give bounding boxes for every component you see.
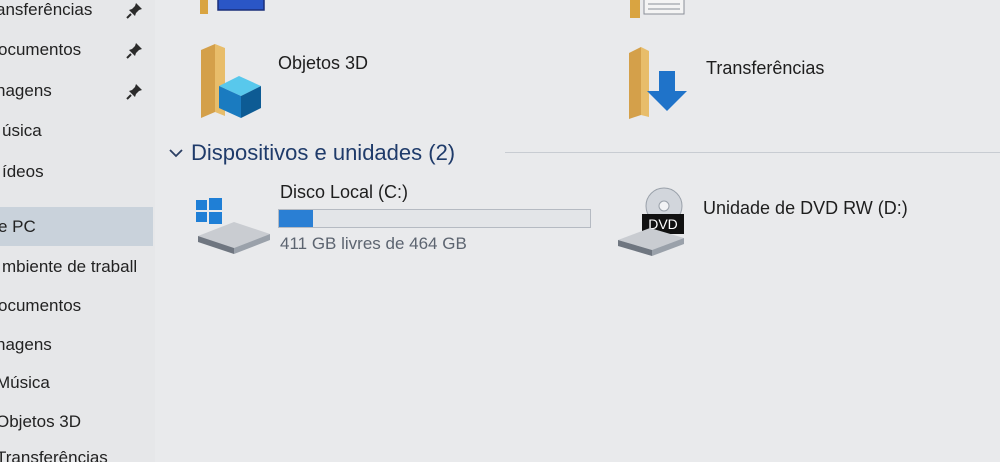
drive-name: Disco Local (C:) bbox=[280, 182, 409, 202]
nav-item-label: mbiente de traball bbox=[2, 257, 138, 276]
group-title: Dispositivos e unidades (2) bbox=[191, 140, 456, 165]
dvd-drive-icon: DVD bbox=[618, 187, 684, 256]
drive-usage-fill bbox=[279, 210, 314, 227]
nav-item-3d-objects[interactable]: Objetos 3D bbox=[0, 404, 153, 440]
windows-drive-icon bbox=[196, 198, 270, 254]
pin-icon[interactable] bbox=[126, 82, 144, 100]
nav-item-label: nagens bbox=[0, 81, 52, 100]
nav-item-desktop[interactable]: mbiente de traball bbox=[0, 249, 153, 285]
nav-item-label: Objetos 3D bbox=[0, 412, 82, 431]
nav-item-pictures-pc[interactable]: nagens bbox=[0, 327, 153, 363]
drive-free-space: 411 GB livres de 464 GB bbox=[280, 234, 467, 253]
documents-folder-icon bbox=[630, 0, 685, 18]
group-divider bbox=[505, 152, 1000, 153]
3d-objects-folder-icon bbox=[201, 44, 261, 118]
nav-item-downloads[interactable]: ansferências bbox=[0, 0, 153, 28]
folder-label: Objetos 3D bbox=[278, 53, 369, 73]
nav-item-label: ocumentos bbox=[0, 40, 82, 59]
devices-group-header[interactable]: Dispositivos e unidades (2) bbox=[167, 138, 455, 168]
chevron-down-icon[interactable] bbox=[167, 144, 185, 162]
pin-icon[interactable] bbox=[126, 1, 144, 19]
downloads-folder-icon bbox=[629, 47, 687, 119]
nav-item-label: Música bbox=[0, 373, 50, 392]
nav-item-music-pc[interactable]: Música bbox=[0, 365, 153, 401]
nav-item-label: ídeos bbox=[2, 162, 44, 181]
folder-downloads[interactable]: Transferências bbox=[625, 40, 885, 120]
drive-name: Unidade de DVD RW (D:) bbox=[703, 198, 908, 218]
nav-item-label: e PC bbox=[0, 216, 36, 236]
drive-dvd-tile[interactable]: DVD Unidade de DVD RW (D:) bbox=[610, 178, 970, 262]
nav-item-pictures[interactable]: nagens bbox=[0, 73, 153, 109]
navigation-pane: ansferências ocumentos nagens úsica ídeo… bbox=[0, 0, 155, 462]
folder-label: Transferências bbox=[706, 58, 825, 78]
nav-item-documents[interactable]: ocumentos bbox=[0, 32, 153, 68]
nav-item-music[interactable]: úsica bbox=[0, 113, 153, 149]
nav-item-label: nagens bbox=[0, 335, 52, 354]
content-pane: Objetos 3D Transferências Dispositivos e… bbox=[155, 0, 1000, 462]
nav-item-label: ocumentos bbox=[0, 296, 82, 315]
desktop-folder-icon bbox=[200, 0, 265, 14]
nav-item-label: Transferências bbox=[0, 448, 108, 462]
nav-item-this-pc[interactable]: e PC bbox=[0, 207, 153, 246]
folder-objects-3d[interactable]: Objetos 3D bbox=[195, 40, 455, 120]
nav-item-downloads-pc[interactable]: Transferências bbox=[0, 440, 153, 462]
nav-item-videos[interactable]: ídeos bbox=[0, 154, 153, 190]
nav-item-label: úsica bbox=[2, 121, 42, 140]
drive-usage-bar bbox=[278, 209, 591, 228]
nav-item-label: ansferências bbox=[0, 0, 93, 19]
pin-icon[interactable] bbox=[126, 41, 144, 59]
nav-item-documents-pc[interactable]: ocumentos bbox=[0, 288, 153, 324]
